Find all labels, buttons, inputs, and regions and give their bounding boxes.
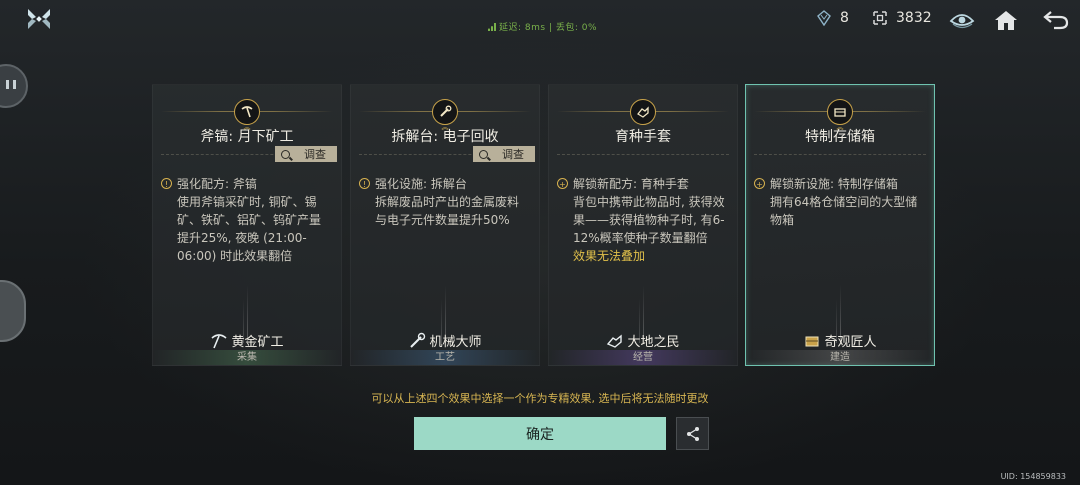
glove-icon: [637, 106, 649, 118]
share-button[interactable]: [676, 417, 709, 450]
info-icon: !: [359, 178, 370, 189]
back-button[interactable]: [1042, 6, 1070, 34]
card-description: ! 强化设施: 拆解台 拆解废品时产出的金属废料与电子元件数量提升50%: [359, 175, 529, 229]
card-tag: 机械大师: [351, 331, 539, 350]
card-title: 拆解台: 电子回收: [391, 129, 499, 145]
skill-card-2[interactable]: ︽ 拆解台: 电子回收 调查 ! 强化设施: 拆解台 拆解废品时产出的金属废料与电…: [350, 84, 540, 366]
confirm-button[interactable]: 确定: [414, 417, 666, 450]
plus-icon: +: [754, 178, 765, 189]
wrench-icon: [410, 332, 426, 348]
card-description: ! 强化配方: 斧镐 使用斧镐采矿时, 铜矿、锡矿、铁矿、铝矿、钨矿产量提升25%…: [161, 175, 331, 265]
card-title: 育种手套: [615, 129, 671, 145]
home-button[interactable]: [992, 6, 1020, 34]
category-label: 采集: [153, 350, 341, 365]
category-label: 建造: [746, 350, 934, 365]
network-status: 延迟: 8ms | 丢包: 0%: [488, 20, 597, 33]
token-icon: [873, 11, 887, 25]
card-description: + 解锁新配方: 育种手套 背包中携带此物品时, 获得效果——获得植物种子时, 有…: [557, 175, 727, 265]
card-title: 特制存储箱: [805, 129, 875, 145]
card-dash-line: [557, 154, 729, 155]
skill-card-1[interactable]: ︽ 斧镐: 月下矿工 调查 ! 强化配方: 斧镐 使用斧镐采矿时, 铜矿、锡矿、铁…: [152, 84, 342, 366]
search-icon: [479, 149, 488, 159]
card-description: + 解锁新设施: 特制存储箱 拥有64格仓储空间的大型储物箱: [754, 175, 924, 229]
eye-emblem-icon: [949, 14, 975, 29]
card-title: 斧镐: 月下矿工: [200, 129, 294, 145]
eye-emblem-button[interactable]: [948, 6, 976, 34]
chat-icon: [6, 80, 9, 89]
back-icon: [1043, 11, 1069, 30]
card-emblem: ︽: [827, 99, 853, 131]
card-emblem: [630, 99, 656, 125]
chest-icon: [834, 108, 846, 117]
card-emblem: ︽: [432, 99, 458, 131]
glove-icon: [607, 334, 623, 348]
inspect-button[interactable]: 调查: [473, 146, 535, 162]
card-tag: 黄金矿工: [153, 331, 341, 350]
top-bar: 延迟: 8ms | 丢包: 0% 8 3832: [0, 0, 1080, 40]
resource-counter-token: 3832: [872, 10, 932, 26]
skill-card-3[interactable]: 育种手套 + 解锁新配方: 育种手套 背包中携带此物品时, 获得效果——获得植物种…: [548, 84, 738, 366]
inspect-button[interactable]: 调查: [275, 146, 337, 162]
plus-icon: +: [557, 178, 568, 189]
card-tag: 大地之民: [549, 331, 737, 350]
card-dash-line: [754, 154, 926, 155]
pickaxe-icon: [241, 106, 253, 118]
selection-hint: 可以从上述四个效果中选择一个作为专精效果, 选中后将无法随时更改: [371, 392, 709, 405]
category-label: 经营: [549, 350, 737, 365]
pickaxe-icon: [211, 333, 228, 348]
app-logo-icon[interactable]: [26, 6, 52, 32]
chest-icon: [805, 336, 819, 346]
share-icon: [686, 426, 699, 441]
info-icon: !: [161, 178, 172, 189]
resource-counter-gem: 8: [816, 10, 849, 26]
home-icon: [995, 11, 1017, 30]
skill-card-4-selected[interactable]: ︽ 特制存储箱 + 解锁新设施: 特制存储箱 拥有64格仓储空间的大型储物箱 奇观…: [745, 84, 935, 366]
category-label: 工艺: [351, 350, 539, 365]
card-emblem: ︽: [234, 99, 260, 131]
search-icon: [281, 149, 290, 159]
card-tag: 奇观匠人: [746, 331, 934, 350]
gem-icon: [817, 10, 831, 26]
user-id: UID: 154859833: [1000, 472, 1066, 481]
wrench-icon: [440, 105, 452, 117]
signal-icon: [488, 23, 496, 31]
